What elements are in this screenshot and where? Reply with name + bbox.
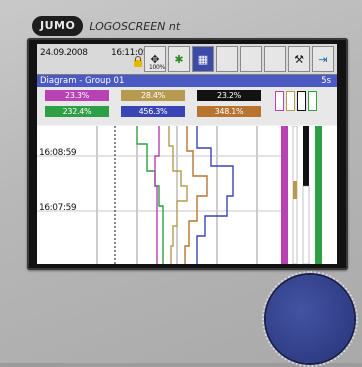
channel-value-6: 348.1% (197, 106, 261, 117)
channel-value-3: 23.2% (197, 90, 261, 101)
jumo-logo: JUMO (32, 16, 84, 36)
brand-header: JUMO LOGOSCREEN nt (32, 16, 180, 36)
top-toolbar: 24.09.2008 16:11:05 ✥ 100% ✱ ▦ ⚒ ⇥ (37, 44, 337, 75)
screen-bezel: 24.09.2008 16:11:05 ✥ 100% ✱ ▦ ⚒ ⇥ Diagr… (27, 38, 348, 270)
diagram-icon: ▦ (197, 52, 209, 66)
exit-icon: ⇥ (318, 52, 328, 66)
channel-value-5: 456.3% (121, 106, 185, 117)
record-interval: 5s (321, 76, 331, 86)
time-label-2: 16:07:59 (39, 203, 77, 213)
control-knob[interactable] (266, 275, 354, 363)
blank-button-2[interactable] (240, 46, 262, 72)
group-title: Diagram - Group 01 (40, 76, 125, 86)
blank-button-3[interactable] (264, 46, 286, 72)
channel-values-panel: 23.3% 28.4% 23.2% 232.4% 456.3% 348.1% (37, 87, 337, 125)
blank-button-1[interactable] (216, 46, 238, 72)
tools-icon: ⚒ (294, 52, 304, 66)
trend-chart[interactable]: 16:08:59 16:07:59 (37, 126, 337, 264)
date-display: 24.09.2008 (40, 48, 88, 58)
channel-indicator-4 (308, 91, 317, 111)
tools-button[interactable]: ⚒ (288, 46, 310, 72)
bug-icon: ✱ (174, 52, 184, 66)
exit-button[interactable]: ⇥ (312, 46, 334, 72)
trend-svg (37, 126, 322, 264)
channel-value-2: 28.4% (121, 90, 185, 101)
bug-button[interactable]: ✱ (168, 46, 190, 72)
diagram-button[interactable]: ▦ (192, 46, 214, 72)
channel-indicator-1 (275, 91, 284, 111)
channel-value-4: 232.4% (45, 106, 109, 117)
time-label-1: 16:08:59 (39, 148, 77, 158)
channel-indicator-2 (286, 91, 295, 111)
lock-icon (134, 56, 142, 67)
display-screen: 24.09.2008 16:11:05 ✥ 100% ✱ ▦ ⚒ ⇥ Diagr… (37, 44, 337, 264)
percent-label: 100% (149, 64, 165, 71)
channel-indicator-3 (297, 91, 306, 111)
model-name: LOGOSCREEN nt (89, 19, 181, 33)
group-title-bar: Diagram - Group 01 5s (37, 75, 337, 87)
recorder-device: JUMO LOGOSCREEN nt 24.09.2008 16:11:05 ✥… (0, 0, 362, 367)
time-display: 16:11:05 (111, 48, 149, 58)
channel-value-1: 23.3% (45, 90, 109, 101)
